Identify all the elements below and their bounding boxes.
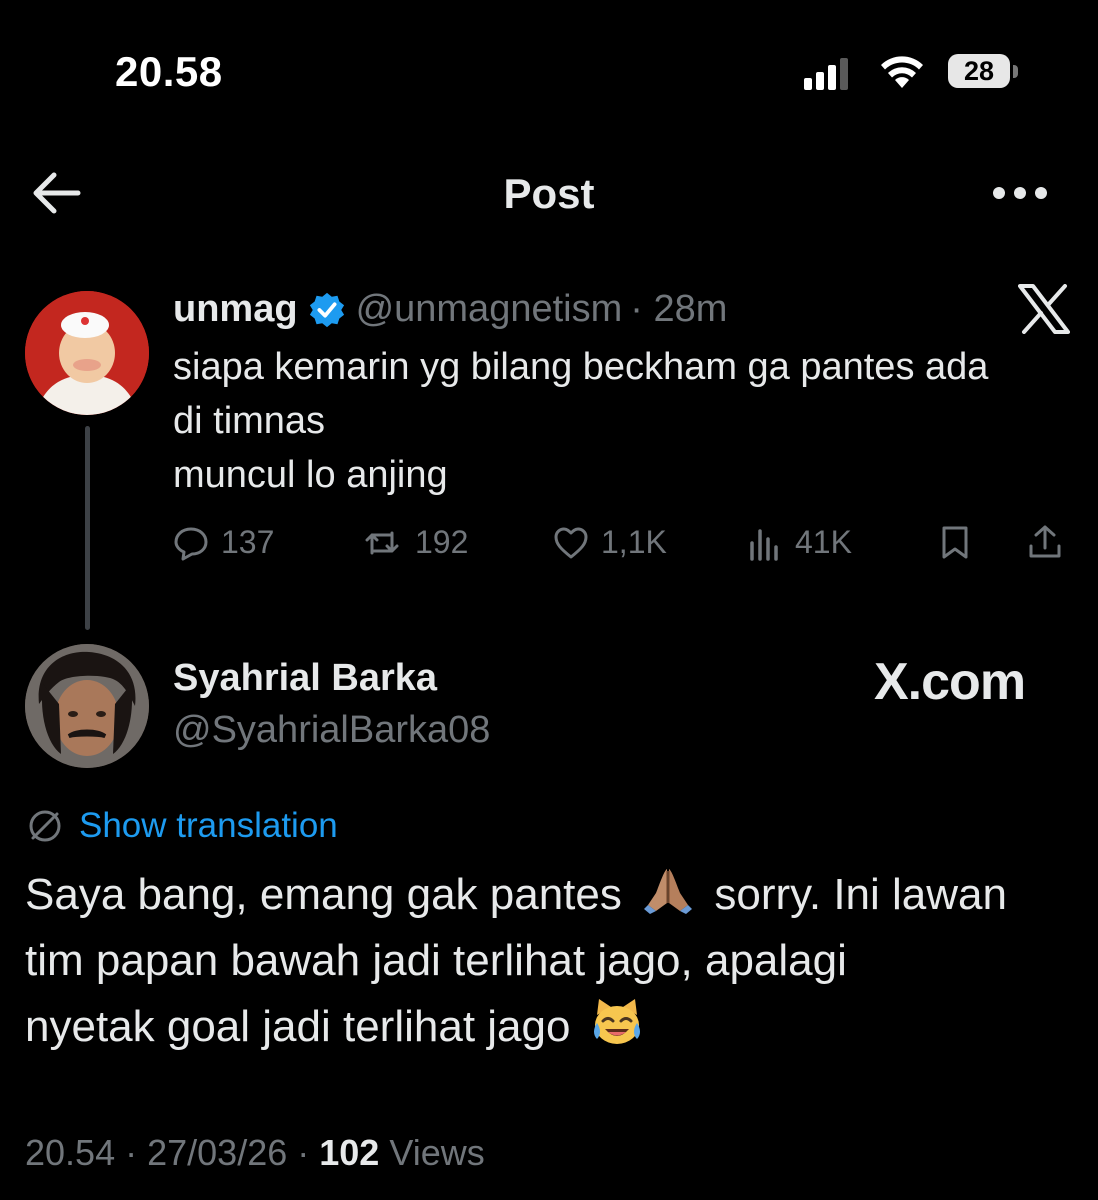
reply-author-handle[interactable]: @SyahrialBarka08 bbox=[173, 709, 490, 752]
show-translation-link[interactable]: Show translation bbox=[25, 806, 338, 846]
wifi-icon bbox=[881, 56, 923, 88]
reply-icon bbox=[174, 527, 208, 560]
post-meta: 20.54 · 27/03/26 · 102 Views bbox=[25, 1132, 485, 1173]
reply-button[interactable]: 137 bbox=[173, 524, 274, 561]
repost-button[interactable]: 192 bbox=[361, 524, 468, 561]
avatar-image bbox=[25, 291, 149, 415]
heart-icon bbox=[554, 527, 588, 558]
verified-badge-icon bbox=[309, 292, 344, 327]
share-button[interactable] bbox=[1027, 524, 1063, 560]
thread-connector bbox=[85, 426, 90, 630]
post-date: 27/03/26 bbox=[147, 1132, 288, 1173]
reply-author-name[interactable]: Syahrial Barka bbox=[173, 657, 437, 700]
post-header: unmag @unmagnetism · 28m bbox=[173, 288, 727, 331]
reply-line: tim papan bawah jadi terlihat jago, apal… bbox=[25, 936, 847, 985]
more-options-icon[interactable] bbox=[990, 178, 1050, 208]
bookmark-button[interactable] bbox=[937, 524, 973, 560]
repost-icon bbox=[365, 531, 399, 554]
post-line: di timnas bbox=[173, 400, 326, 442]
views-button[interactable]: 41K bbox=[747, 524, 852, 561]
translate-icon bbox=[29, 810, 61, 842]
post-time: 20.54 bbox=[25, 1132, 116, 1173]
repost-count: 192 bbox=[415, 524, 469, 560]
post-text: siapa kemarin yg bilang beckham ga pante… bbox=[173, 340, 1083, 502]
reply-line: Saya bang, emang gak pantes bbox=[25, 870, 622, 919]
avatar-unmag[interactable] bbox=[25, 291, 149, 415]
reply-text: Saya bang, emang gak pantes sorry. Ini l… bbox=[25, 862, 1085, 1060]
reply-line: nyetak goal jadi terlihat jago bbox=[25, 1002, 571, 1051]
post-views-count[interactable]: 102 bbox=[319, 1132, 379, 1173]
battery-level: 28 bbox=[948, 54, 1010, 88]
show-translation-label: Show translation bbox=[79, 806, 338, 845]
status-time: 20.58 bbox=[115, 48, 223, 95]
post-views-label[interactable]: Views bbox=[389, 1132, 484, 1173]
author-handle[interactable]: @unmagnetism bbox=[356, 288, 623, 331]
views-count: 41K bbox=[795, 524, 852, 560]
avatar-syahrial[interactable] bbox=[25, 644, 149, 768]
author-name[interactable]: unmag bbox=[173, 288, 298, 331]
bookmark-icon bbox=[942, 526, 968, 559]
x-logo-icon bbox=[1018, 284, 1070, 334]
share-icon bbox=[1029, 525, 1061, 558]
like-button[interactable]: 1,1K bbox=[553, 524, 667, 561]
battery-icon: 28 bbox=[948, 54, 1020, 90]
cellular-signal-icon bbox=[804, 58, 848, 90]
reply-line: sorry. Ini lawan bbox=[714, 870, 1007, 919]
cat-tears-of-joy-icon bbox=[593, 999, 640, 1044]
post-line: muncul lo anjing bbox=[173, 454, 448, 496]
folded-hands-icon bbox=[644, 869, 693, 914]
post-age: · 28m bbox=[630, 288, 728, 330]
analytics-icon bbox=[750, 528, 778, 561]
like-count: 1,1K bbox=[601, 524, 667, 560]
post-line: siapa kemarin yg bilang beckham ga pante… bbox=[173, 346, 989, 388]
x-com-watermark: X.com bbox=[874, 653, 1026, 711]
reply-count: 137 bbox=[221, 524, 275, 560]
avatar-image bbox=[25, 644, 149, 768]
page-title: Post bbox=[503, 170, 595, 217]
